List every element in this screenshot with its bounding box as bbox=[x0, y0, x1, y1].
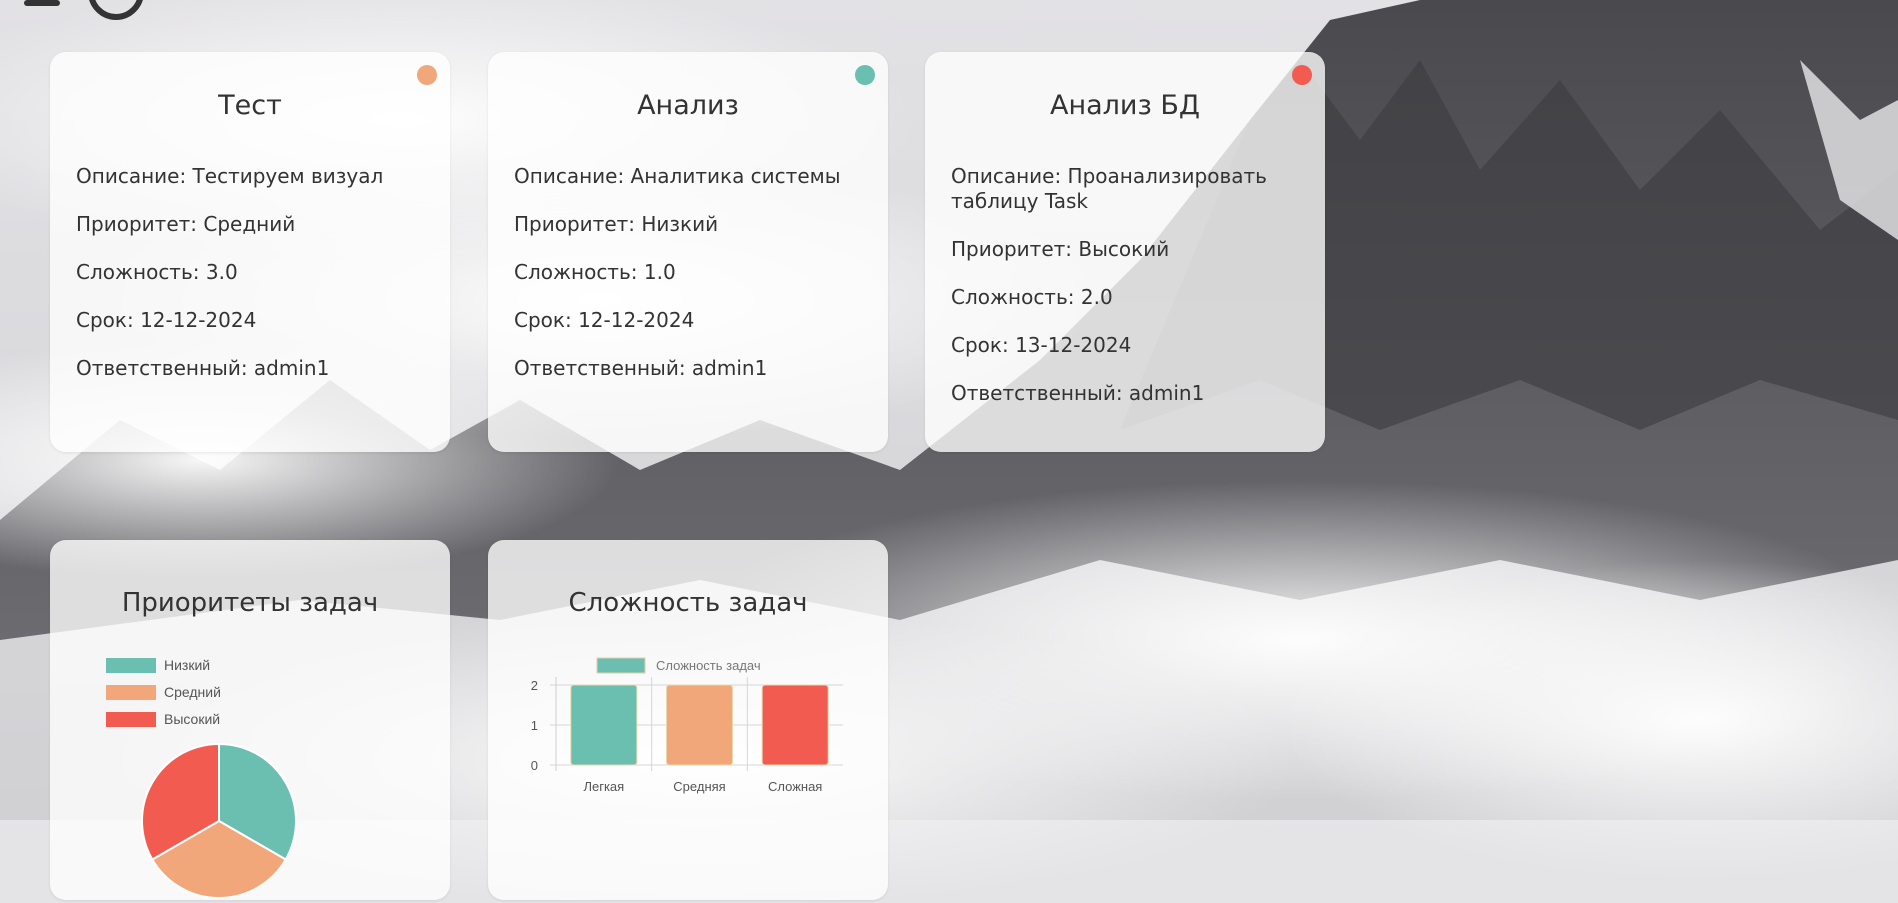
field-value: 3.0 bbox=[205, 260, 238, 284]
field-value: 13-12-2024 bbox=[1015, 333, 1132, 357]
task-card[interactable]: Анализ БД Описание: Проанализировать таб… bbox=[925, 52, 1325, 452]
task-assignee: Ответственный: admin1 bbox=[951, 381, 1305, 406]
field-value: Аналитика системы bbox=[630, 164, 841, 188]
field-label: Приоритет: bbox=[76, 212, 198, 236]
field-label: Ответственный: bbox=[514, 356, 686, 380]
field-label: Сложность: bbox=[951, 285, 1075, 309]
field-label: Приоритет: bbox=[514, 212, 636, 236]
field-value: admin1 bbox=[253, 356, 330, 380]
x-tick-label: Средняя bbox=[673, 779, 725, 794]
task-complexity: Сложность: 3.0 bbox=[76, 260, 430, 285]
task-priority: Приоритет: Высокий bbox=[951, 237, 1305, 262]
field-label: Сложность: bbox=[76, 260, 200, 284]
bar bbox=[666, 684, 733, 766]
task-priority: Приоритет: Низкий bbox=[514, 212, 868, 237]
task-fields: Описание: Проанализировать таблицу Task … bbox=[951, 164, 1305, 429]
field-value: admin1 bbox=[691, 356, 768, 380]
task-complexity: Сложность: 1.0 bbox=[514, 260, 868, 285]
task-title: Анализ БД bbox=[1049, 90, 1201, 121]
complexity-chart-card: Сложность задач Сложность задач 0 1 2 Легкая… bbox=[488, 540, 888, 900]
status-dot-icon bbox=[1292, 65, 1312, 85]
field-label: Описание: bbox=[514, 164, 625, 188]
top-bar bbox=[0, 0, 1898, 20]
task-due-date: Срок: 13-12-2024 bbox=[951, 333, 1305, 358]
field-value: 2.0 bbox=[1080, 285, 1113, 309]
task-card[interactable]: Анализ Описание: Аналитика системы Приор… bbox=[488, 52, 888, 452]
task-assignee: Ответственный: admin1 bbox=[514, 356, 868, 381]
y-tick-label: 2 bbox=[531, 678, 538, 693]
field-label: Описание: bbox=[951, 164, 1062, 188]
task-priority: Приоритет: Средний bbox=[76, 212, 430, 237]
task-complexity: Сложность: 2.0 bbox=[951, 285, 1305, 310]
field-label: Приоритет: bbox=[951, 237, 1073, 261]
field-value: Тестируем визуал bbox=[192, 164, 384, 188]
field-value: Низкий bbox=[641, 212, 719, 236]
task-assignee: Ответственный: admin1 bbox=[76, 356, 430, 381]
field-value: 12-12-2024 bbox=[140, 308, 257, 332]
task-due-date: Срок: 12-12-2024 bbox=[514, 308, 868, 333]
task-description: Описание: Тестируем визуал bbox=[76, 164, 430, 189]
legend-swatch bbox=[596, 657, 646, 674]
field-value: 12-12-2024 bbox=[578, 308, 695, 332]
task-fields: Описание: Аналитика системы Приоритет: Н… bbox=[514, 164, 868, 404]
task-title: Анализ bbox=[637, 90, 739, 121]
field-value: 1.0 bbox=[643, 260, 676, 284]
field-label: Срок: bbox=[951, 333, 1009, 357]
field-label: Описание: bbox=[76, 164, 187, 188]
task-card[interactable]: Тест Описание: Тестируем визуал Приорите… bbox=[50, 52, 450, 452]
status-dot-icon bbox=[855, 65, 875, 85]
field-label: Сложность: bbox=[514, 260, 638, 284]
task-description: Описание: Аналитика системы bbox=[514, 164, 868, 189]
legend-label: Сложность задач bbox=[656, 658, 761, 673]
x-tick-label: Легкая bbox=[583, 779, 624, 794]
field-value: Средний bbox=[203, 212, 296, 236]
field-label: Ответственный: bbox=[76, 356, 248, 380]
priority-chart-card: Приоритеты задач Низкий Средний Высокий bbox=[50, 540, 450, 900]
task-description: Описание: Проанализировать таблицу Task bbox=[951, 164, 1305, 214]
priority-pie-chart bbox=[141, 742, 297, 899]
field-label: Срок: bbox=[76, 308, 134, 332]
field-label: Ответственный: bbox=[951, 381, 1123, 405]
bar bbox=[570, 684, 638, 766]
x-tick-label: Сложная bbox=[768, 779, 822, 794]
task-fields: Описание: Тестируем визуал Приоритет: Ср… bbox=[76, 164, 430, 404]
hamburger-icon[interactable] bbox=[24, 0, 60, 6]
task-title: Тест bbox=[218, 90, 282, 121]
y-tick-label: 1 bbox=[531, 718, 538, 733]
bar bbox=[761, 684, 829, 766]
y-tick-label: 0 bbox=[531, 758, 538, 773]
complexity-bar-chart: Сложность задач 0 1 2 Легкая Средняя Сложная bbox=[531, 657, 843, 794]
status-dot-icon bbox=[417, 65, 437, 85]
field-value: admin1 bbox=[1128, 381, 1205, 405]
field-label: Срок: bbox=[514, 308, 572, 332]
field-value: Высокий bbox=[1078, 237, 1170, 261]
task-due-date: Срок: 12-12-2024 bbox=[76, 308, 430, 333]
